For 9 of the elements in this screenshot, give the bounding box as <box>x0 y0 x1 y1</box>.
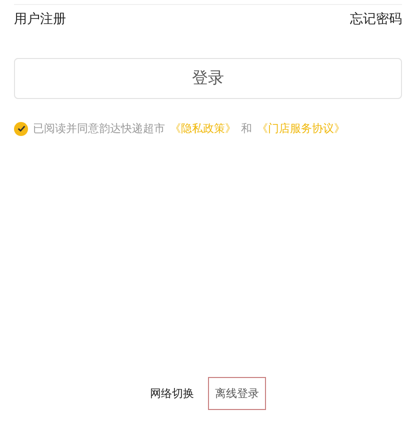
agree-checkbox[interactable] <box>14 122 28 136</box>
forgot-password-link[interactable]: 忘记密码 <box>350 10 402 28</box>
register-link[interactable]: 用户注册 <box>14 10 66 28</box>
login-button[interactable]: 登录 <box>14 58 402 99</box>
network-switch-link[interactable]: 网络切换 <box>150 386 194 401</box>
offline-login-button[interactable]: 离线登录 <box>208 377 266 410</box>
and-text: 和 <box>241 121 252 136</box>
agreement-text: 已阅读并同意韵达快递超市 <box>33 121 165 136</box>
check-icon <box>16 124 26 133</box>
